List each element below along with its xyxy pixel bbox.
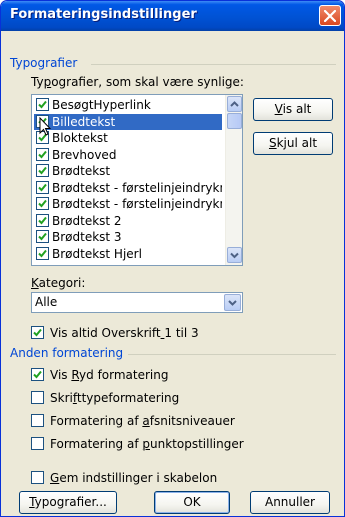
style-visible-checkbox[interactable]: [36, 197, 49, 210]
close-icon: [324, 10, 336, 22]
paragraph-level-formatting-checkbox[interactable]: [31, 414, 44, 427]
styles-list-item[interactable]: Brødtekst Hjerl: [34, 246, 222, 262]
styles-listbox[interactable]: BesøgtHyperlink Billedtekst Bloktekst Brevh…: [31, 94, 243, 266]
checkmark-icon: [38, 232, 47, 241]
scroll-thumb[interactable]: [227, 113, 242, 129]
style-name-label: Brødtekst: [52, 164, 111, 178]
styles-button[interactable]: Typografier...: [19, 491, 117, 514]
style-visible-checkbox[interactable]: [36, 98, 49, 111]
style-visible-checkbox[interactable]: [36, 213, 49, 227]
chevron-down-icon: [228, 300, 237, 306]
paragraph-level-formatting-label: Formatering af afsnitsniveauer: [50, 414, 235, 428]
hide-all-button[interactable]: Skjul alt: [253, 132, 333, 155]
checkmark-icon: [38, 100, 47, 109]
other-formatting-divider: [128, 354, 336, 355]
bullet-formatting-label: Formatering af punktopstillinger: [50, 437, 244, 451]
styles-list-item[interactable]: Brødtekst - førstelinjeindrykn: [34, 180, 222, 196]
scroll-up-button[interactable]: [227, 96, 242, 112]
checkmark-icon: [38, 183, 47, 191]
style-name-label: Brevhoved: [52, 147, 117, 162]
style-visible-checkbox[interactable]: [36, 147, 49, 161]
bullet-formatting-checkbox[interactable]: [31, 437, 44, 450]
category-label: Kategori:: [31, 276, 86, 290]
styles-list-item[interactable]: BesøgtHyperlink: [34, 97, 222, 113]
styles-section-divider: [91, 64, 336, 65]
styles-list-item[interactable]: Brødtekst - førstelinjeindrykn: [34, 196, 222, 212]
formatting-settings-dialog: Formateringsindstillinger Typografier Ty…: [0, 0, 345, 517]
category-value: Alle: [35, 295, 58, 309]
chevron-down-icon: [230, 252, 239, 259]
style-name-label: Brødtekst 3: [52, 230, 122, 244]
scroll-down-button[interactable]: [227, 247, 242, 263]
show-headings-checkbox[interactable]: [31, 326, 44, 339]
styles-list-item[interactable]: Bloktekst: [34, 130, 222, 146]
cancel-button[interactable]: Annuller: [250, 491, 330, 514]
style-visible-checkbox[interactable]: [36, 164, 49, 177]
save-in-template-checkbox[interactable]: [31, 471, 44, 484]
show-clear-formatting-checkbox[interactable]: [31, 368, 44, 381]
styles-list-item[interactable]: Brødtekst: [34, 163, 222, 179]
checkmark-icon: [33, 328, 42, 337]
category-dropdown[interactable]: Alle: [31, 292, 243, 313]
show-headings-label: Vis altid Overskrift 1 til 3: [50, 326, 199, 340]
styles-list-item[interactable]: Brødtekst 2: [34, 213, 222, 229]
checkmark-icon: [38, 150, 47, 158]
styles-section-header: Typografier: [10, 56, 78, 70]
show-all-button[interactable]: Vis alt: [253, 98, 333, 121]
style-visible-checkbox[interactable]: [36, 230, 49, 243]
style-name-label: Brødtekst - førstelinjeindrykn: [52, 180, 222, 195]
font-formatting-label: Skrifttypeformatering: [50, 391, 180, 405]
style-name-label: Brødtekst - førstelinjeindrykn: [52, 197, 222, 211]
visible-styles-label: Typografier, som skal være synlige:: [31, 75, 244, 89]
checkmark-icon: [38, 216, 47, 224]
styles-list-item[interactable]: Brevhoved: [34, 147, 222, 163]
other-formatting-section-header: Anden formatering: [10, 346, 124, 360]
styles-list-scrollbar[interactable]: [225, 95, 242, 265]
checkmark-icon: [38, 199, 47, 208]
checkmark-icon: [33, 370, 42, 379]
mouse-pointer-icon: [39, 117, 51, 136]
category-dropdown-button[interactable]: [224, 294, 241, 311]
checkmark-icon: [38, 166, 47, 175]
style-visible-checkbox[interactable]: [36, 246, 49, 260]
dialog-title: Formateringsindstillinger: [10, 7, 197, 22]
styles-list-item[interactable]: Billedtekst: [34, 113, 222, 130]
checkmark-icon: [38, 249, 47, 257]
style-name-label: Brødtekst 2: [52, 213, 122, 228]
style-name-label: Billedtekst: [52, 114, 116, 129]
chevron-up-icon: [230, 101, 239, 107]
font-formatting-checkbox[interactable]: [31, 391, 44, 404]
style-name-label: Brødtekst Hjerl: [52, 246, 142, 261]
close-button[interactable]: [319, 5, 341, 26]
styles-list-item[interactable]: Brødtekst 3: [34, 229, 222, 245]
title-bar[interactable]: Formateringsindstillinger: [1, 1, 344, 31]
style-name-label: Bloktekst: [52, 131, 108, 145]
save-in-template-label: Gem indstillinger i skabelon: [50, 471, 218, 485]
ok-button[interactable]: OK: [154, 491, 230, 514]
style-visible-checkbox[interactable]: [36, 180, 49, 194]
style-name-label: BesøgtHyperlink: [52, 98, 151, 112]
show-clear-formatting-label: Vis Ryd formatering: [50, 368, 169, 382]
